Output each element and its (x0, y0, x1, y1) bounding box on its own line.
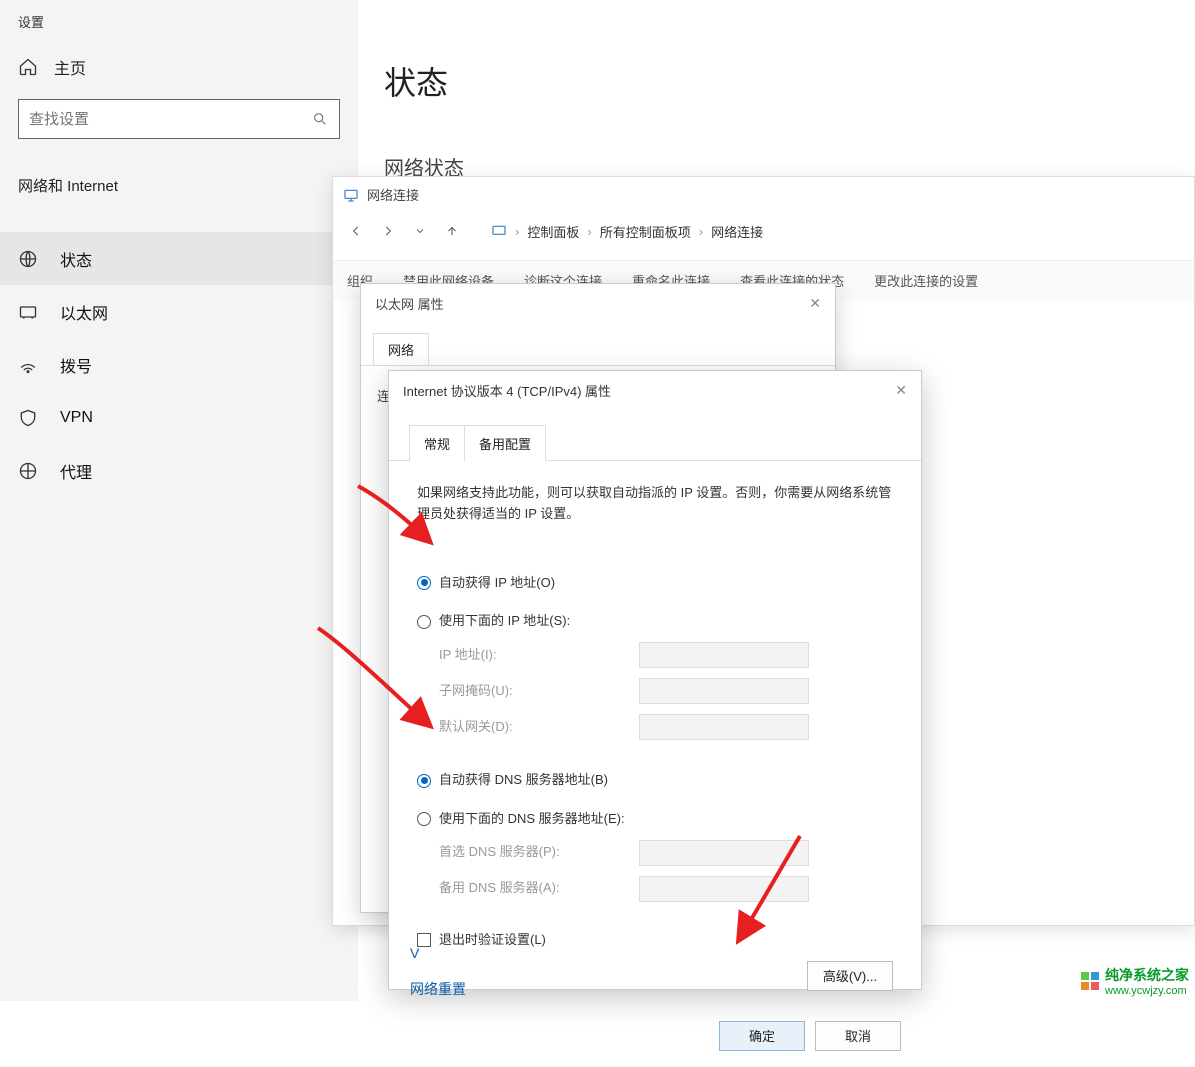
nav-recent-button[interactable] (407, 218, 433, 244)
radio-manual-dns[interactable]: 使用下面的 DNS 服务器地址(E): (417, 809, 893, 830)
ipv4-tabs: 常规 备用配置 (389, 424, 921, 461)
radio-label: 自动获得 IP 地址(O) (439, 573, 555, 594)
breadcrumb-item[interactable]: 控制面板 (527, 222, 579, 241)
ipv4-description: 如果网络支持此功能，则可以获取自动指派的 IP 设置。否则，你需要从网络系统管理… (417, 483, 893, 525)
cancel-button[interactable]: 取消 (815, 1021, 901, 1051)
preferred-dns-input (639, 840, 809, 866)
settings-link-partial[interactable]: V (410, 945, 466, 961)
home-label: 主页 (54, 55, 86, 79)
watermark-url: www.ycwjzy.com (1105, 985, 1189, 997)
alternate-dns-label: 备用 DNS 服务器(A): (439, 878, 639, 899)
ipv4-properties-dialog: Internet 协议版本 4 (TCP/IPv4) 属性 ✕ 常规 备用配置 … (388, 370, 922, 990)
subnet-mask-label: 子网掩码(U): (439, 681, 639, 702)
breadcrumb-sep: › (699, 224, 703, 239)
ipv4-body: 如果网络支持此功能，则可以获取自动指派的 IP 设置。否则，你需要从网络系统管理… (389, 461, 921, 961)
nav-item-proxy[interactable]: 代理 (0, 444, 358, 497)
tab-general[interactable]: 常规 (409, 425, 465, 461)
close-icon[interactable]: ✕ (895, 382, 907, 399)
nav-item-ethernet[interactable]: 以太网 (0, 285, 358, 338)
eth-title-text: 以太网 属性 (375, 294, 444, 313)
nav-label: 状态 (60, 247, 92, 271)
nav-label: 以太网 (60, 300, 108, 324)
radio-icon (417, 774, 431, 788)
nav-item-status[interactable]: 状态 (0, 232, 358, 285)
explorer-nav: › 控制面板 › 所有控制面板项 › 网络连接 (333, 212, 1194, 260)
nav-label: VPN (60, 409, 93, 427)
breadcrumb-sep: › (515, 224, 519, 239)
nav-item-dialup[interactable]: 拨号 (0, 338, 358, 391)
radio-icon (417, 576, 431, 590)
search-field-wrap (18, 99, 340, 139)
alternate-dns-input (639, 876, 809, 902)
radio-manual-ip[interactable]: 使用下面的 IP 地址(S): (417, 611, 893, 632)
settings-nav: 状态 以太网 拨号 VPN 代理 (0, 232, 358, 497)
category-title: 网络和 Internet (0, 139, 358, 204)
validate-on-exit-checkbox[interactable]: 退出时验证设置(L) (417, 930, 893, 951)
home-link[interactable]: 主页 (0, 41, 358, 99)
close-icon[interactable]: ✕ (809, 295, 821, 312)
radio-icon (417, 615, 431, 629)
advanced-button[interactable]: 高级(V)... (807, 961, 893, 991)
ip-address-input (639, 642, 809, 668)
tab-alternate[interactable]: 备用配置 (465, 425, 546, 461)
home-icon (18, 57, 38, 77)
radio-icon (417, 812, 431, 826)
proxy-icon (18, 461, 38, 481)
ok-button[interactable]: 确定 (719, 1021, 805, 1051)
watermark-logo-icon (1081, 972, 1099, 990)
dialup-icon (18, 355, 38, 375)
ipv4-title-bar: Internet 协议版本 4 (TCP/IPv4) 属性 ✕ (389, 371, 921, 410)
breadcrumb[interactable]: › 控制面板 › 所有控制面板项 › 网络连接 (491, 222, 763, 241)
breadcrumb-item[interactable]: 所有控制面板项 (600, 222, 691, 241)
nav-label: 拨号 (60, 353, 92, 377)
control-panel-icon (491, 223, 507, 239)
nav-forward-button[interactable] (375, 218, 401, 244)
breadcrumb-sep: › (587, 224, 591, 239)
radio-label: 自动获得 DNS 服务器地址(B) (439, 770, 608, 791)
section-title: 网络状态 (358, 104, 1195, 181)
nav-up-button[interactable] (439, 218, 465, 244)
eth-tab-network[interactable]: 网络 (373, 333, 429, 365)
dns-fields: 首选 DNS 服务器(P): 备用 DNS 服务器(A): (439, 840, 893, 902)
ip-address-label: IP 地址(I): (439, 645, 639, 666)
settings-links-peek: V 网络重置 (410, 945, 466, 999)
radio-auto-ip[interactable]: 自动获得 IP 地址(O) (417, 573, 893, 594)
settings-sidebar: 设置 主页 网络和 Internet 状态 以太网 (0, 0, 358, 1001)
subnet-mask-input (639, 678, 809, 704)
radio-label: 使用下面的 DNS 服务器地址(E): (439, 809, 625, 830)
explorer-title: 网络连接 (367, 185, 419, 204)
nav-label: 代理 (60, 459, 92, 483)
eth-title-bar: 以太网 属性 ✕ (361, 284, 835, 323)
watermark: 纯净系统之家 www.ycwjzy.com (1081, 965, 1189, 997)
status-icon (18, 249, 38, 269)
ip-fields: IP 地址(I): 子网掩码(U): 默认网关(D): (439, 642, 893, 740)
vpn-icon (18, 408, 38, 428)
page-title: 状态 (358, 0, 1195, 104)
watermark-brand: 纯净系统之家 (1105, 967, 1189, 983)
preferred-dns-label: 首选 DNS 服务器(P): (439, 842, 639, 863)
network-icon (343, 187, 359, 203)
search-input[interactable] (18, 99, 340, 139)
settings-link-network-reset[interactable]: 网络重置 (410, 979, 466, 999)
nav-item-vpn[interactable]: VPN (0, 391, 358, 444)
nav-back-button[interactable] (343, 218, 369, 244)
search-icon (312, 111, 328, 127)
ipv4-title-text: Internet 协议版本 4 (TCP/IPv4) 属性 (403, 381, 611, 400)
gateway-label: 默认网关(D): (439, 717, 639, 738)
explorer-title-bar: 网络连接 (333, 177, 1194, 212)
radio-label: 使用下面的 IP 地址(S): (439, 611, 570, 632)
settings-app-title: 设置 (0, 0, 358, 41)
breadcrumb-item[interactable]: 网络连接 (711, 222, 763, 241)
toolbar-change[interactable]: 更改此连接的设置 (874, 271, 978, 290)
gateway-input (639, 714, 809, 740)
ethernet-icon (18, 302, 38, 322)
radio-auto-dns[interactable]: 自动获得 DNS 服务器地址(B) (417, 770, 893, 791)
